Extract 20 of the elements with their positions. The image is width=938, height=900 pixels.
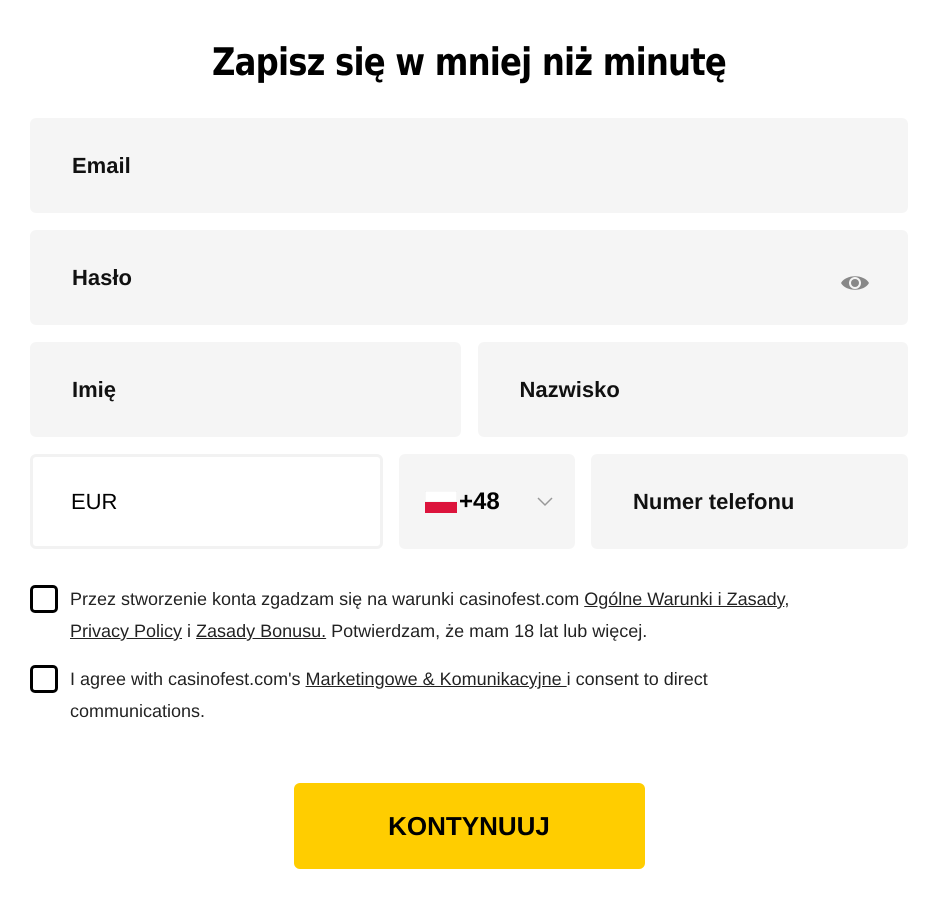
last-name-field[interactable]: Nazwisko [478,342,908,437]
phone-code-select[interactable]: +48 [399,454,575,549]
checkbox[interactable] [30,585,58,613]
chevron-down-icon [537,496,553,506]
form-title: Zapisz się w mniej niż minutę [211,39,727,86]
first-name-field[interactable]: Imię [30,342,460,437]
phone-code: +48 [459,486,500,516]
consent-text: I agree with casinofest.com's Marketingowe & Komunikacyjne i consent to direct communications. [70,668,709,723]
terms-link[interactable]: Marketingowe & Komunikacyjne [306,669,567,689]
continue-button[interactable]: KONTYNUUJ [294,783,644,869]
consent-text: Przez stworzenie konta zgadzam się na warunki casinofest.com Ogólne Warunki i Zasady, Privacy Policy i Zasady Bonusu. Potwierdzam, że mam 18 lat lub więcej. [70,588,790,643]
terms-link[interactable]: Privacy Policy [70,621,182,641]
terms-link[interactable]: Zasady Bonusu. [196,621,326,641]
checkbox[interactable] [30,665,58,693]
flag-icon [425,490,457,512]
email-field[interactable]: Email [30,118,908,213]
password-field[interactable]: Hasło [30,230,908,325]
phone-field[interactable]: Numer telefonu [591,454,908,549]
terms-link[interactable]: Ogólne Warunki i Zasady [584,589,784,609]
currency-select[interactable]: EUR [30,454,383,549]
